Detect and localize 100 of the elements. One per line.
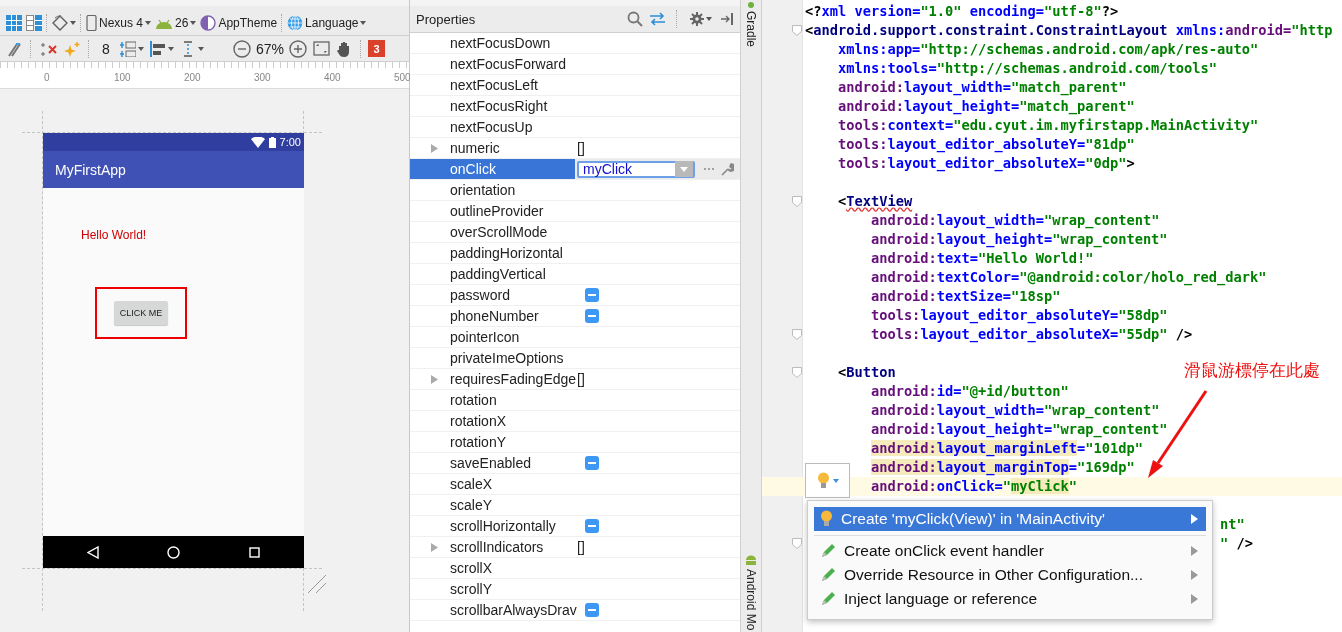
property-row[interactable]: scrollHorizontally bbox=[410, 516, 740, 537]
property-value: [] bbox=[577, 371, 585, 387]
resize-handle-icon[interactable] bbox=[308, 575, 326, 593]
fold-marker-icon[interactable] bbox=[792, 196, 802, 207]
property-row[interactable]: scrollbarAlwaysDrav bbox=[410, 600, 740, 621]
checkbox[interactable] bbox=[585, 309, 599, 323]
property-row[interactable]: scaleY bbox=[410, 495, 740, 516]
property-value: [] bbox=[577, 140, 585, 156]
pencil-icon bbox=[820, 543, 836, 559]
code-line: tools:layout_editor_absoluteX="0dp"> bbox=[837, 154, 1135, 173]
property-row[interactable]: nextFocusUp bbox=[410, 117, 740, 138]
code-line: android:layout_width="wrap_content" bbox=[870, 211, 1160, 230]
property-name: orientation bbox=[450, 182, 517, 198]
property-row[interactable]: paddingVertical bbox=[410, 264, 740, 285]
property-row[interactable]: saveEnabled bbox=[410, 453, 740, 474]
intention-bulb-button[interactable] bbox=[805, 463, 850, 498]
expand-icon[interactable] bbox=[430, 542, 438, 552]
property-row[interactable]: orientation bbox=[410, 180, 740, 201]
search-icon[interactable] bbox=[627, 11, 643, 27]
property-name: scrollbarAlwaysDrav bbox=[450, 602, 575, 618]
checkbox[interactable] bbox=[585, 519, 599, 533]
grid-icon bbox=[6, 14, 22, 31]
home-icon[interactable] bbox=[167, 545, 181, 559]
wrench-icon[interactable] bbox=[721, 162, 734, 176]
menu-item[interactable]: Override Resource in Other Configuration... bbox=[814, 563, 1206, 587]
fold-marker-icon[interactable] bbox=[792, 367, 802, 378]
code-line: nt" bbox=[1220, 515, 1245, 534]
expand-icon[interactable] bbox=[430, 143, 438, 153]
split-view-icon bbox=[26, 14, 42, 31]
zoom-in-button[interactable] bbox=[287, 37, 309, 60]
property-row[interactable]: password bbox=[410, 285, 740, 306]
recents-icon[interactable] bbox=[248, 546, 260, 558]
property-row[interactable]: nextFocusRight bbox=[410, 96, 740, 117]
caret-icon bbox=[137, 46, 144, 51]
menu-item[interactable]: Create onClick event handler bbox=[814, 539, 1206, 563]
sparkle-icon bbox=[63, 40, 80, 57]
more-icon[interactable] bbox=[703, 167, 715, 171]
property-name: scrollY bbox=[450, 581, 493, 597]
property-row[interactable]: onClick myClick bbox=[410, 159, 740, 180]
expand-icon[interactable] bbox=[430, 374, 438, 384]
checkbox[interactable] bbox=[585, 288, 599, 302]
checkbox[interactable] bbox=[585, 456, 599, 470]
status-dot-icon bbox=[748, 2, 754, 8]
property-row[interactable]: nextFocusForward bbox=[410, 54, 740, 75]
api-level-dropdown[interactable]: 26 bbox=[153, 11, 199, 34]
property-row[interactable]: scrollX bbox=[410, 558, 740, 579]
property-row[interactable]: nextFocusDown bbox=[410, 33, 740, 54]
checkbox[interactable] bbox=[585, 603, 599, 617]
property-row[interactable]: pointerIcon bbox=[410, 327, 740, 348]
property-row[interactable]: scrollIndicators [] bbox=[410, 537, 740, 558]
theme-icon bbox=[200, 14, 217, 31]
device-dropdown[interactable]: Nexus 4 bbox=[84, 11, 154, 34]
fold-marker-icon[interactable] bbox=[792, 538, 802, 549]
property-row[interactable]: scrollY bbox=[410, 579, 740, 600]
fold-marker-icon[interactable] bbox=[792, 25, 802, 36]
property-name: scrollHorizontally bbox=[450, 518, 557, 534]
property-name: paddingVertical bbox=[450, 266, 547, 282]
caret-icon bbox=[197, 46, 204, 51]
property-name: scrollIndicators bbox=[450, 539, 545, 555]
property-row[interactable]: rotation bbox=[410, 390, 740, 411]
code-line: android:layout_height="wrap_content" bbox=[870, 230, 1168, 249]
value-dropdown[interactable]: myClick bbox=[577, 160, 695, 178]
property-row[interactable]: scaleX bbox=[410, 474, 740, 495]
property-row[interactable]: requiresFadingEdge[] bbox=[410, 369, 740, 390]
menu-item[interactable]: Inject language or reference bbox=[814, 587, 1206, 611]
android-monitor-tab[interactable]: Android Mo bbox=[744, 551, 758, 632]
property-name: rotationY bbox=[450, 434, 508, 450]
property-row[interactable]: overScrollMode bbox=[410, 222, 740, 243]
click-me-button[interactable]: CLICK ME bbox=[113, 301, 169, 325]
caret-icon bbox=[190, 20, 197, 25]
property-row[interactable]: phoneNumber bbox=[410, 306, 740, 327]
property-row[interactable]: rotationX bbox=[410, 411, 740, 432]
property-row[interactable]: rotationY bbox=[410, 432, 740, 453]
issues-badge[interactable]: 3 bbox=[368, 40, 385, 57]
property-row[interactable]: nextFocusLeft bbox=[410, 75, 740, 96]
property-name: requiresFadingEdge bbox=[450, 371, 575, 387]
default-margin-button[interactable]: 8 bbox=[96, 37, 116, 60]
property-name: rotation bbox=[450, 392, 498, 408]
language-dropdown[interactable]: Language bbox=[285, 11, 369, 34]
property-row[interactable]: privateImeOptions bbox=[410, 348, 740, 369]
settings-icon bbox=[690, 12, 704, 26]
zoom-level: 67% bbox=[254, 40, 285, 57]
property-row[interactable]: paddingHorizontal bbox=[410, 243, 740, 264]
gradle-tab[interactable]: Gradle bbox=[744, 0, 758, 50]
menu-item[interactable]: Create 'myClick(View)' in 'MainActivity' bbox=[814, 507, 1206, 531]
caret-icon bbox=[832, 478, 839, 483]
zoom-out-button[interactable] bbox=[230, 37, 253, 60]
swap-arrows-icon[interactable] bbox=[649, 12, 666, 26]
theme-button[interactable]: AppTheme bbox=[198, 11, 280, 34]
fold-marker-icon[interactable] bbox=[792, 329, 802, 340]
code-line: <android.support.constraint.ConstraintLayout xmlns:android="http bbox=[805, 21, 1333, 40]
property-name: scaleX bbox=[450, 476, 494, 492]
back-icon[interactable] bbox=[87, 545, 100, 559]
code-line: android:id="@+id/button" bbox=[870, 382, 1069, 401]
caret-icon bbox=[145, 20, 152, 25]
hide-panel-icon[interactable] bbox=[720, 12, 734, 26]
pencil-icon bbox=[820, 567, 836, 583]
align-icon bbox=[149, 40, 166, 57]
property-row[interactable]: outlineProvider bbox=[410, 201, 740, 222]
property-value: [] bbox=[577, 539, 585, 555]
